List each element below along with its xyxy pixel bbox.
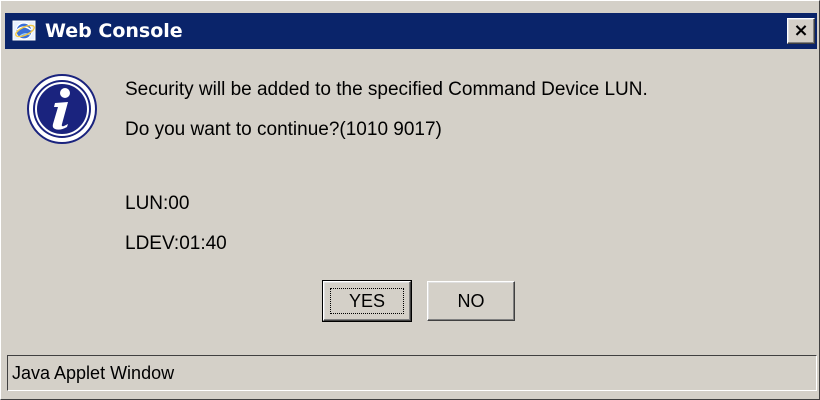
message-line-1: Security will be added to the specified … [125, 79, 648, 100]
status-bar-text: Java Applet Window [12, 362, 175, 383]
yes-button[interactable]: YES [322, 280, 412, 322]
window-title: Web Console [45, 20, 183, 42]
information-icon [26, 73, 98, 145]
lun-label: LUN:00 [125, 193, 190, 214]
title-bar[interactable]: Web Console × [5, 13, 817, 49]
no-button-label: NO [457, 290, 485, 311]
browser-globe-icon [11, 17, 39, 45]
focus-ring [330, 288, 404, 314]
close-button[interactable]: × [787, 18, 815, 44]
status-bar: Java Applet Window [7, 355, 817, 391]
ldev-label: LDEV:01:40 [125, 233, 227, 254]
message-line-2: Do you want to continue?(1010 9017) [125, 119, 442, 140]
dialog-window: Web Console × Security will be added to … [0, 0, 820, 400]
no-button[interactable]: NO [427, 281, 515, 321]
